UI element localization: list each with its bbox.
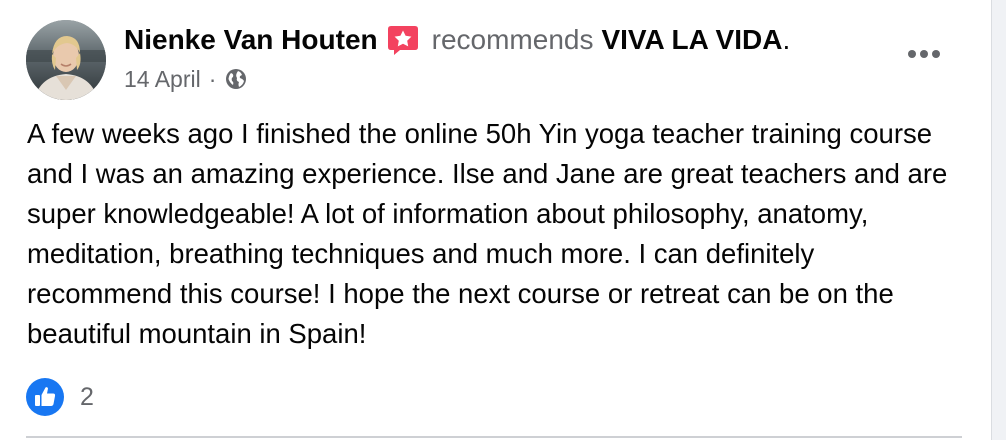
more-options-icon bbox=[908, 50, 940, 58]
post-header: Nienke Van Houten recommends VIVA LA VID… bbox=[124, 20, 790, 60]
avatar-photo bbox=[26, 20, 106, 100]
reaction-count: 2 bbox=[80, 382, 94, 411]
recommend-badge-icon bbox=[386, 23, 420, 57]
page-name-link[interactable]: VIVA LA VIDA bbox=[601, 24, 782, 56]
author-name[interactable]: Nienke Van Houten bbox=[124, 24, 378, 56]
more-options-button[interactable] bbox=[896, 34, 952, 74]
header-period: . bbox=[782, 24, 791, 55]
like-icon bbox=[26, 378, 64, 416]
post-text: A few weeks ago I finished the online 50… bbox=[27, 118, 948, 349]
post-meta: 14 April · bbox=[124, 62, 248, 96]
post-date[interactable]: 14 April bbox=[124, 66, 201, 93]
meta-separator: · bbox=[208, 65, 217, 92]
review-post-card: Nienke Van Houten recommends VIVA LA VID… bbox=[0, 0, 992, 440]
globe-icon[interactable] bbox=[224, 67, 248, 91]
reactions-summary[interactable]: 2 bbox=[26, 378, 94, 416]
avatar[interactable] bbox=[26, 20, 106, 100]
divider bbox=[26, 436, 962, 438]
recommends-text: recommends bbox=[431, 24, 594, 55]
